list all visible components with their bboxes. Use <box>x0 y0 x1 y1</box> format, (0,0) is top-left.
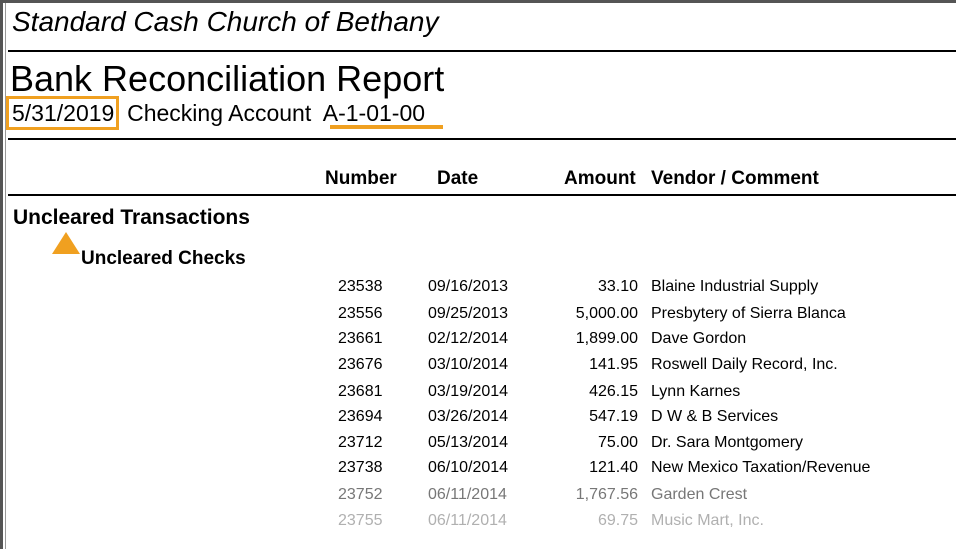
table-row: 23738 06/10/2014 121.40 New Mexico Taxation… <box>0 459 956 485</box>
account-number: A-1-01-00 <box>322 100 426 126</box>
check-vendor: D W & B Services <box>651 408 779 425</box>
check-date: 03/26/2014 <box>428 408 509 425</box>
column-header-date: Date <box>437 168 479 189</box>
check-amount: 69.75 <box>597 512 638 529</box>
title-divider <box>8 138 956 140</box>
column-header-divider <box>8 194 956 196</box>
check-number: 23676 <box>338 356 383 373</box>
check-date: 09/16/2013 <box>428 278 509 295</box>
section-uncleared-transactions: Uncleared Transactions <box>13 206 250 229</box>
check-vendor: Lynn Karnes <box>651 383 741 400</box>
check-date: 02/12/2014 <box>428 330 509 347</box>
header-divider <box>8 50 956 52</box>
table-row: 23556 09/25/2013 5,000.00 Presbytery of Sie… <box>0 305 956 331</box>
table-row: 23694 03/26/2014 547.19 D W & B Services <box>0 408 956 434</box>
check-number: 23538 <box>338 278 383 295</box>
check-amount: 547.19 <box>589 408 638 425</box>
check-amount: 121.40 <box>589 459 638 476</box>
check-amount: 75.00 <box>597 434 638 451</box>
check-amount: 1,767.56 <box>575 486 638 503</box>
section-uncleared-checks: Uncleared Checks <box>81 248 246 269</box>
check-date: 06/11/2014 <box>428 486 507 503</box>
table-row: 23755 06/11/2014 69.75 Music Mart, Inc. <box>0 512 956 538</box>
check-date: 05/13/2014 <box>428 434 509 451</box>
check-amount: 33.10 <box>597 278 638 295</box>
column-header-amount: Amount <box>564 168 636 189</box>
column-header-vendor: Vendor / Comment <box>651 168 819 189</box>
check-vendor: Garden Crest <box>651 486 748 503</box>
check-vendor: Blaine Industrial Supply <box>651 278 819 295</box>
check-number: 23556 <box>338 305 383 322</box>
organization-name: Standard Cash Church of Bethany <box>12 6 439 37</box>
table-row: 23681 03/19/2014 426.15 Lynn Karnes <box>0 383 956 409</box>
check-date: 09/25/2013 <box>428 305 509 322</box>
table-row: 23712 05/13/2014 75.00 Dr. Sara Montgomery <box>0 434 956 460</box>
date-highlight-box <box>6 96 119 130</box>
table-row: 23676 03/10/2014 141.95 Roswell Daily Recor… <box>0 356 956 382</box>
table-row: 23538 09/16/2013 33.10 Blaine Industrial Su… <box>0 278 956 304</box>
account-label: Checking Account <box>127 100 312 126</box>
account-highlight-underline <box>330 125 443 129</box>
check-vendor: New Mexico Taxation/Revenue <box>651 459 871 476</box>
check-number: 23755 <box>338 512 383 529</box>
report-title: Bank Reconciliation Report <box>10 58 445 99</box>
check-vendor: Music Mart, Inc. <box>651 512 764 529</box>
check-vendor: Dr. Sara Montgomery <box>651 434 804 451</box>
check-vendor: Presbytery of Sierra Blanca <box>651 305 846 322</box>
table-row: 23752 06/11/2014 1,767.56 Garden Crest <box>0 486 956 512</box>
check-number: 23661 <box>338 330 383 347</box>
check-amount: 5,000.00 <box>575 305 638 322</box>
check-date: 03/19/2014 <box>428 383 509 400</box>
check-date: 06/11/2014 <box>428 512 507 529</box>
check-amount: 1,899.00 <box>575 330 638 347</box>
check-date: 03/10/2014 <box>428 356 509 373</box>
column-header-number: Number <box>325 168 397 189</box>
check-date: 06/10/2014 <box>428 459 509 476</box>
check-number: 23681 <box>338 383 383 400</box>
check-number: 23694 <box>338 408 383 425</box>
check-number: 23738 <box>338 459 383 476</box>
check-vendor: Dave Gordon <box>651 330 747 347</box>
check-vendor: Roswell Daily Record, Inc. <box>651 356 838 373</box>
table-row: 23661 02/12/2014 1,899.00 Dave Gordon <box>0 330 956 356</box>
check-amount: 426.15 <box>589 383 638 400</box>
pointer-arrow-icon <box>52 232 80 254</box>
check-number: 23752 <box>338 486 383 503</box>
check-number: 23712 <box>338 434 383 451</box>
check-amount: 141.95 <box>589 356 638 373</box>
